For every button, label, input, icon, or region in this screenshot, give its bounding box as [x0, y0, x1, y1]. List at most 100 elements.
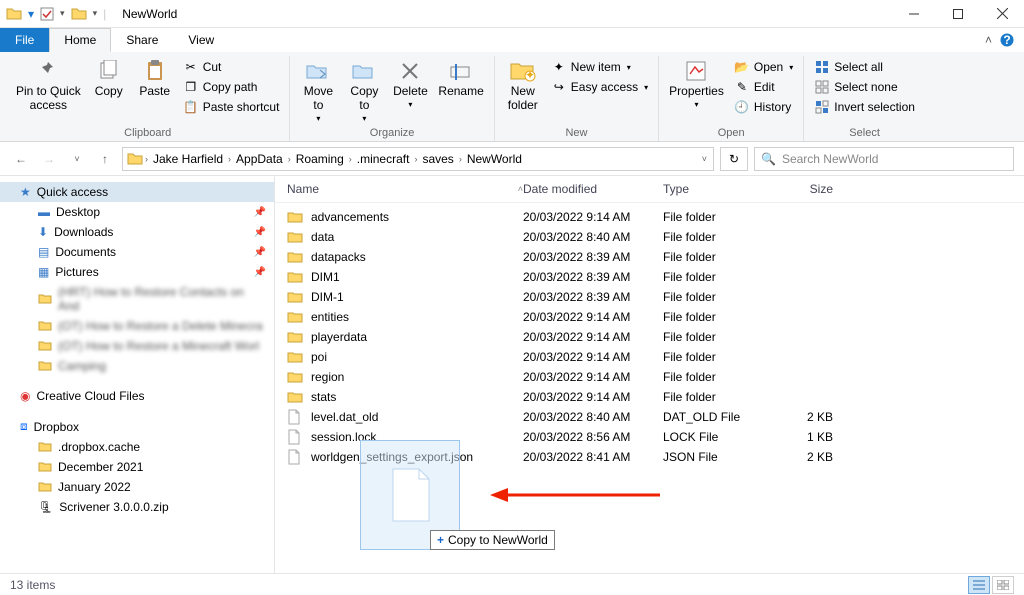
folder-icon: [38, 480, 52, 494]
refresh-button[interactable]: ↻: [720, 147, 748, 171]
delete-button[interactable]: Delete▾: [388, 56, 432, 111]
col-type[interactable]: Type: [663, 182, 773, 196]
file-size: 2 KB: [773, 410, 833, 424]
copy-path-button[interactable]: ❐Copy path: [179, 78, 284, 96]
nav-pictures[interactable]: ▦Pictures📌: [0, 262, 274, 282]
nav-documents[interactable]: ▤Documents📌: [0, 242, 274, 262]
file-row[interactable]: level.dat_old20/03/2022 8:40 AMDAT_OLD F…: [287, 407, 1014, 427]
breadcrumb-item[interactable]: AppData: [233, 152, 286, 166]
col-size[interactable]: Size: [773, 182, 833, 196]
file-name: playerdata: [311, 330, 523, 344]
select-all-button[interactable]: Select all: [810, 58, 919, 76]
file-type: File folder: [663, 370, 773, 384]
file-row[interactable]: DIM-120/03/2022 8:39 AMFile folder: [287, 287, 1014, 307]
col-name[interactable]: Name˄: [287, 182, 523, 196]
recent-dropdown[interactable]: ˅: [66, 148, 88, 170]
nav-folder[interactable]: .dropbox.cache: [0, 437, 274, 457]
file-type: DAT_OLD File: [663, 410, 773, 424]
search-box[interactable]: 🔍 Search NewWorld: [754, 147, 1014, 171]
history-button[interactable]: 🕘History: [730, 98, 797, 116]
navigation-pane[interactable]: ★Quick access ▬Desktop📌 ⬇Downloads📌 ▤Doc…: [0, 176, 275, 573]
new-item-button[interactable]: ✦New item▾: [547, 58, 652, 76]
tab-home[interactable]: Home: [49, 28, 111, 52]
file-row[interactable]: playerdata20/03/2022 9:14 AMFile folder: [287, 327, 1014, 347]
col-date[interactable]: Date modified: [523, 182, 663, 196]
view-details-button[interactable]: [968, 576, 990, 594]
file-row[interactable]: entities20/03/2022 9:14 AMFile folder: [287, 307, 1014, 327]
ribbon-tabs: File Home Share View ˄ ?: [0, 28, 1024, 52]
forward-button[interactable]: →: [38, 148, 60, 170]
folder-icon: [287, 290, 303, 304]
qat-checkbox-icon[interactable]: [40, 7, 54, 21]
breadcrumb-item[interactable]: .minecraft: [354, 152, 413, 166]
folder-icon: [287, 230, 303, 244]
file-row[interactable]: data20/03/2022 8:40 AMFile folder: [287, 227, 1014, 247]
folder-icon: [71, 6, 87, 22]
address-bar[interactable]: › Jake Harfield› AppData› Roaming› .mine…: [122, 147, 714, 171]
address-dropdown[interactable]: ˅: [696, 154, 713, 164]
file-row[interactable]: DIM120/03/2022 8:39 AMFile folder: [287, 267, 1014, 287]
up-button[interactable]: ↑: [94, 148, 116, 170]
tab-view[interactable]: View: [173, 28, 229, 52]
file-row[interactable]: advancements20/03/2022 9:14 AMFile folde…: [287, 207, 1014, 227]
search-placeholder: Search NewWorld: [782, 152, 878, 166]
maximize-button[interactable]: [936, 0, 980, 28]
view-icons-button[interactable]: [992, 576, 1014, 594]
nav-dropbox[interactable]: ⧈Dropbox: [0, 416, 274, 437]
select-none-button[interactable]: Select none: [810, 78, 919, 96]
file-row[interactable]: datapacks20/03/2022 8:39 AMFile folder: [287, 247, 1014, 267]
close-button[interactable]: [980, 0, 1024, 28]
help-icon[interactable]: ?: [1000, 33, 1014, 47]
easy-access-button[interactable]: ↪Easy access▾: [547, 78, 652, 96]
cut-button[interactable]: ✂Cut: [179, 58, 284, 76]
nav-downloads[interactable]: ⬇Downloads📌: [0, 222, 274, 242]
breadcrumb-item[interactable]: NewWorld: [464, 152, 525, 166]
drag-tooltip: + Copy to NewWorld: [430, 530, 555, 550]
paste-shortcut-button[interactable]: 📋Paste shortcut: [179, 98, 284, 116]
qat-dropdown-icon[interactable]: ▾: [60, 8, 65, 19]
breadcrumb-item[interactable]: Roaming: [293, 152, 347, 166]
nav-folder[interactable]: (HRT) How to Restore Contacts on And: [0, 282, 274, 316]
edit-button[interactable]: ✎Edit: [730, 78, 797, 96]
file-date: 20/03/2022 9:14 AM: [523, 390, 663, 404]
minimize-button[interactable]: [892, 0, 936, 28]
open-button[interactable]: 📂Open▾: [730, 58, 797, 76]
nav-folder[interactable]: January 2022: [0, 477, 274, 497]
window-title: NewWorld: [122, 7, 177, 21]
nav-quick-access[interactable]: ★Quick access: [0, 182, 274, 202]
back-button[interactable]: ←: [10, 148, 32, 170]
file-type: File folder: [663, 330, 773, 344]
file-row[interactable]: poi20/03/2022 9:14 AMFile folder: [287, 347, 1014, 367]
nav-folder[interactable]: (OT) How to Restore a Minecraft Worl: [0, 336, 274, 356]
breadcrumb-item[interactable]: saves: [419, 152, 456, 166]
nav-file[interactable]: 🗜Scrivener 3.0.0.0.zip: [0, 497, 274, 517]
nav-folder[interactable]: (OT) How to Restore a Delete Minecra: [0, 316, 274, 336]
move-to-button[interactable]: Move to▾: [296, 56, 340, 125]
folder-icon: [6, 6, 22, 22]
file-row[interactable]: stats20/03/2022 9:14 AMFile folder: [287, 387, 1014, 407]
copy-to-button[interactable]: Copy to▾: [342, 56, 386, 125]
new-folder-button[interactable]: ✦New folder: [501, 56, 545, 115]
nav-folder[interactable]: Camping: [0, 356, 274, 376]
tab-file[interactable]: File: [0, 28, 49, 52]
qat-properties-icon[interactable]: ▾: [28, 7, 34, 21]
invert-selection-button[interactable]: Invert selection: [810, 98, 919, 116]
tab-share[interactable]: Share: [111, 28, 173, 52]
paste-button[interactable]: Paste: [133, 56, 177, 101]
properties-icon: [683, 58, 711, 84]
copy-button[interactable]: Copy: [87, 56, 131, 101]
properties-button[interactable]: Properties▾: [665, 56, 728, 111]
paste-icon: [141, 58, 169, 84]
file-name: stats: [311, 390, 523, 404]
collapse-ribbon-icon[interactable]: ˄: [985, 33, 992, 47]
history-icon: 🕘: [734, 99, 750, 115]
pin-quick-access-button[interactable]: Pin to Quick access: [12, 56, 85, 115]
file-row[interactable]: region20/03/2022 9:14 AMFile folder: [287, 367, 1014, 387]
file-date: 20/03/2022 8:41 AM: [523, 450, 663, 464]
file-type: File folder: [663, 270, 773, 284]
nav-folder[interactable]: December 2021: [0, 457, 274, 477]
nav-creative-cloud[interactable]: ◉Creative Cloud Files: [0, 386, 274, 406]
nav-desktop[interactable]: ▬Desktop📌: [0, 202, 274, 222]
rename-button[interactable]: Rename: [434, 56, 487, 101]
breadcrumb-item[interactable]: Jake Harfield: [150, 152, 226, 166]
